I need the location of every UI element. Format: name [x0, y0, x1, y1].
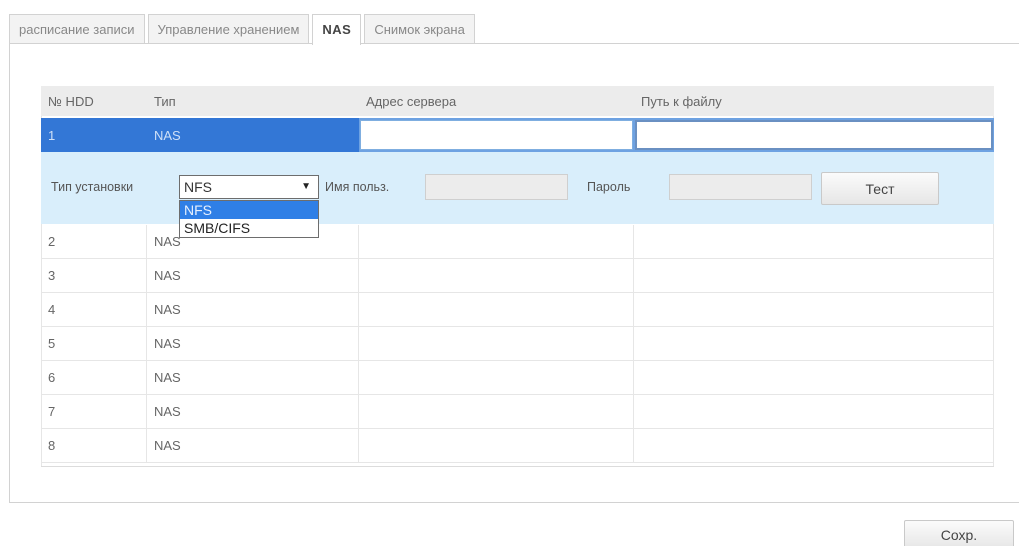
- server-address-cell: [359, 118, 634, 152]
- file-path-input[interactable]: [635, 120, 993, 150]
- table-row[interactable]: 6 NAS: [41, 361, 994, 395]
- save-button[interactable]: Сохр.: [904, 520, 1014, 546]
- cell-file-path: [634, 429, 994, 462]
- username-label: Имя польз.: [325, 180, 390, 194]
- table-header-row: № HDD Тип Адрес сервера Путь к файлу: [41, 86, 994, 116]
- cell-file-path: [634, 293, 994, 326]
- option-smb-cifs[interactable]: SMB/CIFS: [180, 219, 318, 237]
- option-nfs[interactable]: NFS: [180, 201, 318, 219]
- cell-server-address: [359, 361, 634, 394]
- mount-type-label: Тип установки: [51, 180, 134, 194]
- table-row-selected[interactable]: 1 NAS: [41, 118, 994, 152]
- table-row[interactable]: 8 NAS: [41, 429, 994, 463]
- caret-down-icon: ▼: [301, 181, 311, 192]
- cell-file-path: [634, 361, 994, 394]
- cell-hdd: 6: [41, 361, 147, 394]
- mount-type-value: NFS: [184, 179, 212, 195]
- cell-hdd: 3: [41, 259, 147, 292]
- cell-server-address: [359, 259, 634, 292]
- cell-server-address: [359, 395, 634, 428]
- cell-server-address: [359, 429, 634, 462]
- table-row[interactable]: 3 NAS: [41, 259, 994, 293]
- cell-server-address: [359, 327, 634, 360]
- column-header-hdd: № HDD: [48, 93, 94, 109]
- tab-storage-management[interactable]: Управление хранением: [147, 14, 310, 44]
- tab-label: расписание записи: [19, 22, 135, 37]
- cell-type: NAS: [147, 259, 359, 292]
- cell-type: NAS: [147, 429, 359, 462]
- username-input[interactable]: [425, 174, 568, 200]
- cell-server-address: [359, 293, 634, 326]
- cell-hdd: 8: [41, 429, 147, 462]
- column-header-server-address: Адрес сервера: [366, 93, 457, 109]
- tab-label: NAS: [322, 22, 352, 37]
- server-address-input[interactable]: [360, 120, 633, 150]
- mount-type-select[interactable]: NFS ▼: [179, 175, 319, 199]
- table-row[interactable]: 4 NAS: [41, 293, 994, 327]
- file-path-cell: [634, 118, 994, 152]
- tab-label: Снимок экрана: [374, 22, 465, 37]
- tab-recording-schedule[interactable]: расписание записи: [9, 14, 145, 44]
- cell-type: NAS: [147, 293, 359, 326]
- cell-hdd: 1: [41, 118, 147, 152]
- cell-file-path: [634, 259, 994, 292]
- cell-hdd: 7: [41, 395, 147, 428]
- cell-server-address: [359, 225, 634, 258]
- password-label: Пароль: [587, 180, 631, 194]
- table-row[interactable]: 5 NAS: [41, 327, 994, 361]
- cell-file-path: [634, 327, 994, 360]
- cell-hdd: 5: [41, 327, 147, 360]
- column-header-type: Тип: [154, 93, 176, 109]
- tab-nas[interactable]: NAS: [312, 14, 362, 45]
- cell-file-path: [634, 225, 994, 258]
- table-bottom-border: [41, 466, 994, 467]
- cell-file-path: [634, 395, 994, 428]
- test-button[interactable]: Тест: [821, 172, 939, 205]
- tab-bar: расписание записи Управление хранением N…: [9, 14, 478, 45]
- table-row[interactable]: 7 NAS: [41, 395, 994, 429]
- cell-type: NAS: [147, 327, 359, 360]
- cell-type: NAS: [147, 395, 359, 428]
- column-header-file-path: Путь к файлу: [641, 93, 722, 109]
- cell-type: NAS: [147, 361, 359, 394]
- cell-type: NAS: [147, 118, 359, 152]
- cell-hdd: 4: [41, 293, 147, 326]
- mount-type-dropdown-list: NFS SMB/CIFS: [179, 200, 319, 238]
- tab-label: Управление хранением: [157, 22, 300, 37]
- cell-hdd: 2: [41, 225, 147, 258]
- password-input[interactable]: [669, 174, 812, 200]
- tab-snapshot[interactable]: Снимок экрана: [364, 14, 475, 44]
